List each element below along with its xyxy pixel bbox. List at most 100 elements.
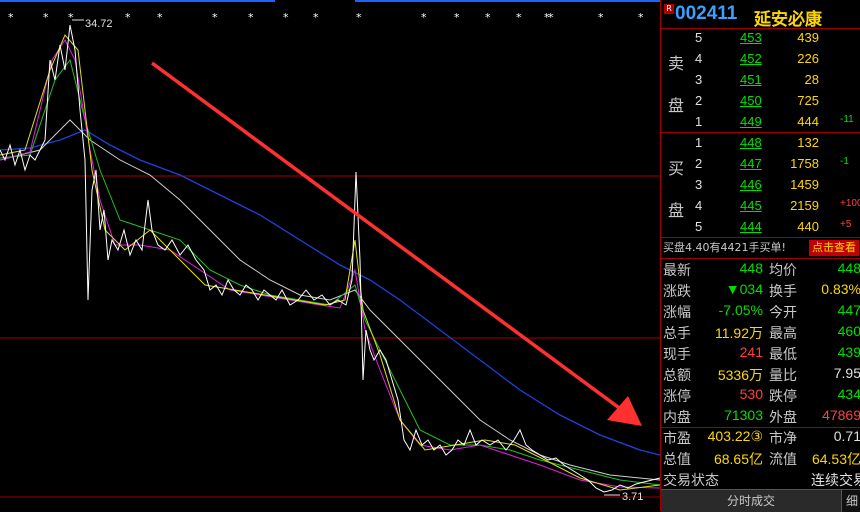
ask-volume: 725 bbox=[797, 93, 819, 108]
market-label: 市净 bbox=[769, 431, 797, 447]
ask-row[interactable]: 5 453 439 bbox=[695, 30, 860, 51]
ask-change: -11 bbox=[840, 114, 854, 125]
notice-text: 买盘4.40有4421手买单! bbox=[663, 241, 786, 254]
bid-row[interactable]: 4 445 2159 +100 bbox=[695, 198, 860, 219]
bid-volume: 1758 bbox=[790, 156, 819, 171]
bid-row[interactable]: 5 444 440 +5 bbox=[695, 219, 860, 240]
stat-row: 涨跌 ▼034 换手 0.83% bbox=[661, 281, 860, 302]
bid-level: 4 bbox=[695, 198, 703, 213]
stat-row: 涨幅 -7.05% 今开 447 bbox=[661, 302, 860, 323]
stat-row: 总额 5336万 量比 7.95 bbox=[661, 365, 860, 386]
stat-label: 现手 bbox=[663, 347, 691, 363]
stock-name[interactable]: 延安必康 bbox=[754, 5, 822, 30]
stat-value: ▼034 bbox=[725, 281, 763, 297]
tab-detail[interactable]: 细 bbox=[841, 490, 860, 512]
bid-row[interactable]: 1 448 132 bbox=[695, 135, 860, 156]
stat-value: -7.05% bbox=[718, 302, 763, 318]
stat-row: 现手 241 最低 439 bbox=[661, 344, 860, 365]
stock-code[interactable]: 002411 bbox=[675, 3, 737, 25]
stat-label: 最新 bbox=[663, 263, 691, 279]
stat-row: 总手 11.92万 最高 460 bbox=[661, 323, 860, 344]
view-details-button[interactable]: 点击查看 bbox=[809, 240, 859, 256]
market-value: 0.71 bbox=[833, 428, 860, 444]
ask-row[interactable]: 4 452 226 bbox=[695, 51, 860, 72]
ask-level: 1 bbox=[695, 114, 703, 129]
ask-price: 451 bbox=[740, 72, 762, 87]
tab-tick-trades[interactable]: 分时成交 bbox=[661, 490, 841, 512]
market-row: 交易状态 连续交易 bbox=[661, 470, 860, 491]
ask-price: 450 bbox=[740, 93, 762, 108]
bid-level: 5 bbox=[695, 219, 703, 234]
bid-level: 3 bbox=[695, 177, 703, 192]
market-table: 市盈 403.22③ 市净 0.71 总值 68.65亿流值 64.53亿交易状态 连续交易 bbox=[661, 427, 860, 489]
ask-volume: 439 bbox=[797, 30, 819, 45]
bid-row[interactable]: 3 446 1459 bbox=[695, 177, 860, 198]
ask-price: 452 bbox=[740, 51, 762, 66]
stat-label: 涨停 bbox=[663, 389, 691, 405]
ask-level: 3 bbox=[695, 72, 703, 87]
bid-change: -1 bbox=[840, 156, 849, 167]
svg-text:*: * bbox=[212, 11, 218, 24]
ask-row[interactable]: 2 450 725 bbox=[695, 93, 860, 114]
ask-price: 453 bbox=[740, 30, 762, 45]
stat-value: 5336万 bbox=[717, 367, 763, 383]
stat-label: 均价 bbox=[769, 263, 797, 279]
svg-text:*: * bbox=[485, 11, 491, 24]
stat-value: 241 bbox=[739, 344, 763, 360]
bid-level: 2 bbox=[695, 156, 703, 171]
market-row: 总值 68.65亿 流值 64.53亿 bbox=[661, 449, 860, 470]
market-label: 流值 bbox=[769, 452, 797, 468]
stat-value: 47869 bbox=[822, 407, 860, 423]
stat-value: 447 bbox=[837, 302, 860, 318]
svg-text:*: * bbox=[283, 11, 289, 24]
stat-label: 总手 bbox=[663, 326, 691, 342]
stat-value: 448 bbox=[837, 260, 860, 276]
svg-text:*: * bbox=[516, 11, 522, 24]
svg-text:*: * bbox=[43, 11, 49, 24]
svg-text:*: * bbox=[638, 11, 644, 24]
price-chart[interactable]: * * * * * * * * * * * * * * * * * * 34.72 3.71 bbox=[0, 0, 660, 500]
stat-label: 跌停 bbox=[769, 389, 797, 405]
quote-panel: R 002411 延安必康 卖 盘 5 453 439 4 452 226 3 451 28 2 4… bbox=[660, 0, 860, 512]
stock-header: R 002411 延安必康 bbox=[661, 0, 860, 30]
stat-value: 460 bbox=[837, 323, 860, 339]
r-badge: R bbox=[664, 4, 674, 14]
bid-row[interactable]: 2 447 1758 -1 bbox=[695, 156, 860, 177]
low-price-label: 3.71 bbox=[622, 491, 643, 500]
bid-volume: 440 bbox=[797, 219, 819, 234]
bid-price: 444 bbox=[740, 219, 762, 234]
sell-book: 卖 盘 5 453 439 4 452 226 3 451 28 2 450 725 1 449 444 -1… bbox=[661, 28, 860, 133]
svg-text:*: * bbox=[421, 11, 427, 24]
svg-text:*: * bbox=[548, 11, 554, 24]
svg-text:*: * bbox=[454, 11, 460, 24]
stat-label: 内盘 bbox=[663, 410, 691, 426]
stat-label: 涨跌 bbox=[663, 284, 691, 300]
ask-price: 449 bbox=[740, 114, 762, 129]
stat-label: 外盘 bbox=[769, 410, 797, 426]
ask-row[interactable]: 3 451 28 bbox=[695, 72, 860, 93]
stat-row: 内盘 71303 外盘 47869 bbox=[661, 407, 860, 428]
market-label: 总值 bbox=[663, 452, 691, 468]
svg-text:*: * bbox=[356, 11, 362, 24]
bottom-tabs: 分时成交 细 bbox=[661, 489, 860, 512]
buy-book: 买 盘 1 448 132 2 447 1758 -1 3 446 1459 4 445 2159 +10… bbox=[661, 133, 860, 238]
bid-volume: 132 bbox=[797, 135, 819, 150]
ask-row[interactable]: 1 449 444 -11 bbox=[695, 114, 860, 135]
ask-volume: 226 bbox=[797, 51, 819, 66]
high-price-label: 34.72 bbox=[85, 18, 113, 30]
bid-price: 447 bbox=[740, 156, 762, 171]
sell-label-1: 卖 bbox=[667, 54, 684, 73]
ask-volume: 444 bbox=[797, 114, 819, 129]
bid-price: 446 bbox=[740, 177, 762, 192]
market-value: 连续交易 bbox=[811, 472, 860, 488]
stat-label: 最高 bbox=[769, 326, 797, 342]
bid-price: 445 bbox=[740, 198, 762, 213]
svg-text:*: * bbox=[313, 11, 319, 24]
bid-price: 448 bbox=[740, 135, 762, 150]
market-label: 市盈 bbox=[663, 431, 691, 447]
svg-text:*: * bbox=[68, 11, 74, 24]
stat-label: 总额 bbox=[663, 368, 691, 384]
stat-label: 最低 bbox=[769, 347, 797, 363]
stat-value: 11.92万 bbox=[715, 325, 763, 341]
bid-volume: 2159 bbox=[790, 198, 819, 213]
